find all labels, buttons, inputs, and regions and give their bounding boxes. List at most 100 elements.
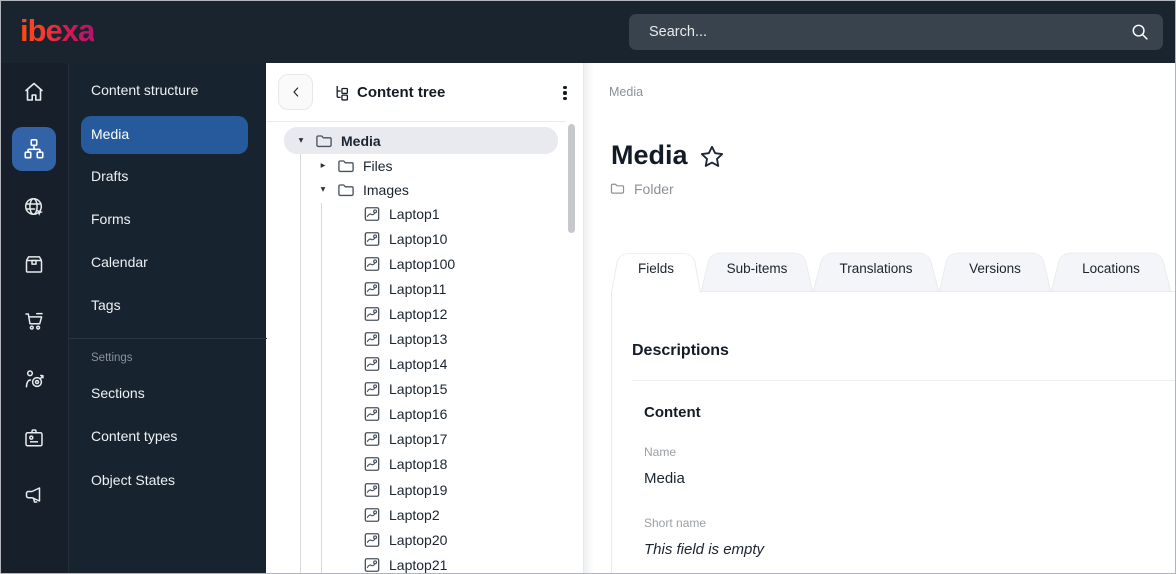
content-type-row: Folder xyxy=(609,180,674,197)
tree-item-label: Files xyxy=(363,157,393,174)
sidebar-item-drafts[interactable]: Drafts xyxy=(91,168,128,184)
image-icon xyxy=(362,379,382,399)
tree-item-label: Laptop20 xyxy=(389,531,448,548)
tree-item-label: Laptop12 xyxy=(389,305,448,322)
caret-down-icon[interactable]: ▾ xyxy=(317,185,329,195)
caret-down-icon[interactable]: ▾ xyxy=(295,136,307,146)
settings-section-label: Settings xyxy=(91,352,133,364)
collapse-tree-button[interactable] xyxy=(278,74,313,110)
product-catalog-icon[interactable] xyxy=(22,252,46,276)
tree-item[interactable]: Laptop17 xyxy=(266,427,583,452)
tab-sub-items[interactable]: Sub-items xyxy=(701,245,813,291)
sidebar-item-tags[interactable]: Tags xyxy=(91,297,121,313)
marketing-megaphone-icon[interactable] xyxy=(22,483,46,507)
tree-item[interactable]: Laptop10 xyxy=(266,226,583,251)
field-value-short-name: This field is empty xyxy=(644,541,765,558)
sidebar-item-object-states[interactable]: Object States xyxy=(91,472,175,488)
tree-item-label: Laptop1 xyxy=(389,205,440,222)
folder-icon xyxy=(610,183,625,194)
tree-item[interactable]: Laptop11 xyxy=(266,276,583,301)
tree-item[interactable]: Laptop18 xyxy=(266,452,583,477)
main-content: Media Media Folder Fields Sub-items Tran… xyxy=(584,63,1175,573)
tree-header-divider xyxy=(266,121,566,122)
image-icon xyxy=(362,304,382,324)
image-icon xyxy=(362,229,382,249)
tab-translations[interactable]: Translations xyxy=(813,245,939,291)
tree-item[interactable]: Laptop16 xyxy=(266,402,583,427)
tree-context-menu-button[interactable] xyxy=(557,83,573,103)
tab-bar: Fields Sub-items Translations Versions L… xyxy=(611,245,1171,291)
home-icon[interactable] xyxy=(22,80,46,104)
nav-divider xyxy=(69,338,267,339)
tree-item-label: Laptop2 xyxy=(389,506,440,523)
image-icon xyxy=(362,404,382,424)
folder-icon xyxy=(314,131,334,151)
global-search xyxy=(629,14,1163,50)
tree-item[interactable]: Laptop2 xyxy=(266,502,583,527)
field-value-name: Media xyxy=(644,470,685,487)
content-tree-panel: Content tree ▾ Media ▸ Files ▾ Images La… xyxy=(266,63,584,574)
admin-badge-icon[interactable] xyxy=(22,426,46,450)
tree-item[interactable]: Laptop14 xyxy=(266,352,583,377)
tree-item-media-root[interactable]: ▾ Media xyxy=(266,128,381,153)
ibexa-logo[interactable]: ibexa xyxy=(20,13,95,49)
panel-shadow xyxy=(584,63,594,573)
image-icon xyxy=(362,429,382,449)
section-title: Descriptions xyxy=(632,342,729,359)
tree-item-label: Laptop16 xyxy=(389,406,448,423)
tree-item-images[interactable]: ▾ Images xyxy=(266,177,409,202)
tab-locations[interactable]: Locations xyxy=(1051,245,1171,291)
sidebar-item-forms[interactable]: Forms xyxy=(91,211,131,227)
search-icon[interactable] xyxy=(1129,21,1151,43)
search-input[interactable] xyxy=(629,14,1163,50)
sidebar-item-media[interactable]: Media xyxy=(81,116,248,154)
tree-item[interactable]: Laptop13 xyxy=(266,326,583,351)
tree-item-label: Laptop100 xyxy=(389,255,456,272)
content-structure-icon[interactable] xyxy=(22,137,46,161)
tree-item[interactable]: Laptop12 xyxy=(266,301,583,326)
image-icon xyxy=(362,555,382,574)
tree-scrollbar-thumb[interactable] xyxy=(568,124,575,233)
tree-item-label: Images xyxy=(363,181,409,198)
tree-item-label: Laptop10 xyxy=(389,230,448,247)
star-icon[interactable] xyxy=(699,144,725,170)
field-label-name: Name xyxy=(644,445,677,459)
tree-item[interactable]: Laptop19 xyxy=(266,477,583,502)
tree-item[interactable]: Laptop15 xyxy=(266,377,583,402)
image-icon xyxy=(362,254,382,274)
tree-item-files[interactable]: ▸ Files xyxy=(266,153,393,178)
icon-rail xyxy=(1,63,68,573)
caret-right-icon[interactable]: ▸ xyxy=(317,161,329,171)
sidebar-item-content-types[interactable]: Content types xyxy=(91,428,177,444)
sidebar-item-sections[interactable]: Sections xyxy=(91,385,145,401)
tab-fields[interactable]: Fields xyxy=(611,245,701,291)
personalization-target-icon[interactable] xyxy=(22,367,46,391)
tree-item-label: Laptop14 xyxy=(389,356,448,373)
sidebar-item-content-structure[interactable]: Content structure xyxy=(91,82,198,98)
tree-item[interactable]: Laptop1 xyxy=(266,201,583,226)
content-tree-title: Content tree xyxy=(357,84,446,101)
image-icon xyxy=(362,480,382,500)
folder-icon xyxy=(336,180,356,200)
image-icon xyxy=(362,505,382,525)
sidebar-item-calendar[interactable]: Calendar xyxy=(91,254,148,270)
tree-item[interactable]: Laptop21 xyxy=(266,552,583,574)
tree-item[interactable]: Laptop100 xyxy=(266,251,583,276)
fields-panel: Descriptions Content Name Media Short na… xyxy=(611,291,1175,573)
field-group-title: Content xyxy=(644,404,701,421)
tree-item[interactable]: Laptop20 xyxy=(266,527,583,552)
tree-item-label: Laptop15 xyxy=(389,381,448,398)
folder-icon xyxy=(336,156,356,176)
page-title: Media xyxy=(611,140,688,170)
image-icon xyxy=(362,329,382,349)
sidebar-nav: Content structure Media Drafts Forms Cal… xyxy=(68,63,267,573)
tab-versions[interactable]: Versions xyxy=(939,245,1051,291)
image-icon xyxy=(362,204,382,224)
chevron-left-icon xyxy=(292,87,298,97)
commerce-cart-icon[interactable] xyxy=(22,309,46,333)
tree-item-label: Laptop18 xyxy=(389,456,448,473)
tree-item-label: Laptop19 xyxy=(389,481,448,498)
breadcrumb[interactable]: Media xyxy=(609,85,643,99)
site-globe-icon[interactable] xyxy=(22,195,46,219)
section-divider xyxy=(632,380,1175,381)
